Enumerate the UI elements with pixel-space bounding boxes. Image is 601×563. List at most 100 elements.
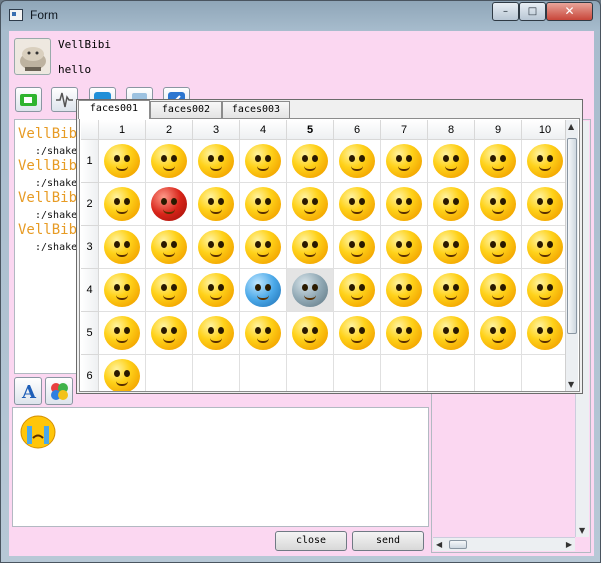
emoji-cell[interactable]: [193, 183, 240, 226]
tab-faces002[interactable]: faces002: [150, 101, 222, 118]
emoji-grid-scrollbar[interactable]: ▲ ▼: [565, 120, 578, 391]
emoji-cell[interactable]: [381, 312, 428, 355]
message-input[interactable]: [12, 407, 429, 527]
emoji-cell[interactable]: [99, 183, 146, 226]
side-panel-horizontal-scrollbar[interactable]: ◀ ▶: [433, 537, 575, 551]
emoji-cell[interactable]: [146, 183, 193, 226]
emoji-face-icon: [151, 273, 187, 307]
scroll-down-icon[interactable]: ▼: [579, 526, 585, 535]
emoji-cell[interactable]: [428, 269, 475, 312]
emoji-cell[interactable]: [522, 312, 566, 355]
emoji-cell[interactable]: [475, 269, 522, 312]
audio-call-button[interactable]: [51, 87, 78, 112]
emoji-face-icon: [527, 187, 563, 221]
emoji-cell[interactable]: [381, 183, 428, 226]
emoji-cell[interactable]: [146, 312, 193, 355]
emoji-cell[interactable]: [99, 140, 146, 183]
row-header[interactable]: 4: [81, 269, 99, 312]
emoji-cell[interactable]: [287, 183, 334, 226]
emoji-cell[interactable]: [287, 269, 334, 312]
emoji-cell[interactable]: [428, 312, 475, 355]
emoji-cell[interactable]: [287, 226, 334, 269]
emoji-cell[interactable]: [287, 312, 334, 355]
column-header[interactable]: 8: [428, 120, 475, 140]
emoji-cell[interactable]: [99, 355, 146, 391]
column-header[interactable]: 9: [475, 120, 522, 140]
row-header[interactable]: 1: [81, 140, 99, 183]
close-window-button[interactable]: ✕: [546, 2, 593, 21]
emoji-cell[interactable]: [240, 312, 287, 355]
column-header[interactable]: 5: [287, 120, 334, 140]
column-header[interactable]: 2: [146, 120, 193, 140]
scroll-up-icon[interactable]: ▲: [568, 122, 574, 131]
column-header[interactable]: 1: [99, 120, 146, 140]
emoji-face-icon: [104, 316, 140, 350]
emoji-face-icon: [292, 230, 328, 264]
emoji-cell[interactable]: [99, 269, 146, 312]
close-button[interactable]: close: [275, 531, 347, 551]
emoji-cell[interactable]: [193, 269, 240, 312]
scrollbar-thumb[interactable]: [449, 540, 467, 549]
emoji-cell[interactable]: [287, 140, 334, 183]
emoji-cell[interactable]: [193, 226, 240, 269]
emoji-face-icon: [386, 316, 422, 350]
emoji-cell[interactable]: [193, 140, 240, 183]
emoji-cell[interactable]: [240, 183, 287, 226]
color-button[interactable]: [45, 377, 73, 405]
scrollbar-thumb[interactable]: [567, 138, 577, 334]
emoji-cell[interactable]: [522, 140, 566, 183]
emoji-face-icon: [292, 273, 328, 307]
emoji-cell[interactable]: [334, 140, 381, 183]
column-header[interactable]: 6: [334, 120, 381, 140]
maximize-button[interactable]: □: [519, 2, 546, 21]
column-header[interactable]: 3: [193, 120, 240, 140]
emoji-cell[interactable]: [381, 226, 428, 269]
emoji-cell[interactable]: [522, 226, 566, 269]
row-header[interactable]: 2: [81, 183, 99, 226]
emoji-cell[interactable]: [334, 226, 381, 269]
row-header[interactable]: 5: [81, 312, 99, 355]
emoji-face-icon: [433, 187, 469, 221]
emoji-cell[interactable]: [475, 183, 522, 226]
emoji-cell[interactable]: [99, 312, 146, 355]
emoji-cell[interactable]: [193, 312, 240, 355]
emoji-cell[interactable]: [99, 226, 146, 269]
scroll-down-icon[interactable]: ▼: [568, 380, 574, 389]
row-header[interactable]: 3: [81, 226, 99, 269]
emoji-cell[interactable]: [240, 140, 287, 183]
row-header[interactable]: 6: [81, 355, 99, 391]
emoji-cell[interactable]: [381, 140, 428, 183]
emoji-cell[interactable]: [240, 269, 287, 312]
tab-faces001[interactable]: faces001: [78, 100, 150, 119]
emoji-cell[interactable]: [475, 312, 522, 355]
column-header[interactable]: 7: [381, 120, 428, 140]
emoji-cell[interactable]: [428, 140, 475, 183]
video-call-button[interactable]: [15, 87, 42, 112]
emoji-cell[interactable]: [334, 269, 381, 312]
color-icon: [51, 383, 68, 400]
scroll-left-icon[interactable]: ◀: [436, 540, 442, 549]
emoji-cell[interactable]: [428, 226, 475, 269]
column-header[interactable]: 10: [522, 120, 566, 140]
emoji-cell[interactable]: [146, 226, 193, 269]
scroll-right-icon[interactable]: ▶: [566, 540, 572, 549]
svg-text:A: A: [21, 382, 37, 403]
emoji-cell[interactable]: [475, 226, 522, 269]
font-button[interactable]: A: [14, 377, 42, 405]
emoji-cell[interactable]: [146, 140, 193, 183]
send-button[interactable]: send: [352, 531, 424, 551]
emoji-cell[interactable]: [381, 269, 428, 312]
tab-faces003[interactable]: faces003: [222, 101, 290, 118]
title-bar[interactable]: Form – □ ✕: [1, 1, 600, 31]
emoji-cell[interactable]: [522, 183, 566, 226]
emoji-cell[interactable]: [334, 183, 381, 226]
emoji-cell[interactable]: [146, 269, 193, 312]
emoji-face-icon: [480, 273, 516, 307]
minimize-button[interactable]: –: [492, 2, 519, 21]
column-header[interactable]: 4: [240, 120, 287, 140]
emoji-cell[interactable]: [522, 269, 566, 312]
emoji-cell[interactable]: [428, 183, 475, 226]
emoji-cell[interactable]: [240, 226, 287, 269]
emoji-cell[interactable]: [334, 312, 381, 355]
emoji-cell[interactable]: [475, 140, 522, 183]
